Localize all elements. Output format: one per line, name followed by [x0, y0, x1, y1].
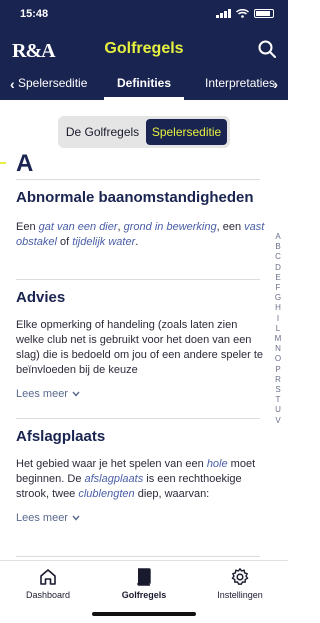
section-letter: A — [16, 150, 34, 177]
nav-label: Dashboard — [25, 590, 71, 600]
gear-icon — [231, 568, 249, 585]
index-letter[interactable]: T — [273, 395, 283, 405]
status-icons — [216, 9, 274, 18]
divider — [16, 179, 260, 180]
book-icon — [137, 568, 151, 586]
nav-golfregels[interactable]: Golfregels — [96, 567, 192, 600]
divider — [16, 418, 260, 419]
term-title: Abnormale baanomstandigheden — [16, 189, 254, 206]
term-definition: Het gebied waar je het spelen van een ho… — [16, 458, 256, 500]
index-letter[interactable]: F — [273, 283, 283, 293]
chevron-left-icon[interactable]: ‹ — [10, 76, 15, 92]
term-abnormale-baanomstandigheden[interactable]: Abnormale baanomstandigheden Een gat van… — [16, 188, 268, 250]
top-header: 15:48 R&A Golfregels ‹ Spelerseditie Def… — [0, 0, 288, 100]
chevron-right-icon[interactable]: › — [273, 76, 278, 92]
divider — [16, 279, 260, 280]
read-more-link[interactable]: Lees meer — [16, 388, 268, 400]
index-letter[interactable]: C — [273, 252, 283, 262]
battery-icon — [254, 9, 274, 18]
index-letter[interactable]: P — [273, 365, 283, 375]
edition-toggle: De Golfregels Spelerseditie — [58, 116, 230, 148]
index-letter[interactable]: N — [273, 344, 283, 354]
term-title: Advies — [16, 289, 66, 306]
nav-label: Golfregels — [121, 590, 167, 600]
tab-spelerseditie[interactable]: Spelerseditie — [18, 76, 87, 90]
nav-label: Instellingen — [217, 590, 263, 600]
chevron-down-icon — [72, 391, 80, 397]
page-title: Golfregels — [104, 40, 184, 57]
divider — [16, 556, 260, 557]
status-bar: 15:48 — [0, 8, 288, 24]
home-icon — [40, 569, 56, 585]
term-title: Afslagplaats — [16, 428, 106, 445]
chevron-down-icon — [72, 515, 80, 521]
tab-interpretaties[interactable]: Interpretaties — [205, 76, 275, 90]
index-letter[interactable]: L — [273, 324, 283, 334]
index-letter[interactable]: R — [273, 375, 283, 385]
link-tijdelijk-water[interactable]: tijdelijk water — [72, 236, 135, 248]
section-marker — [0, 162, 6, 164]
nav-dashboard[interactable]: Dashboard — [0, 567, 96, 600]
index-letter[interactable]: S — [273, 385, 283, 395]
link-afslagplaats[interactable]: afslagplaats — [85, 473, 144, 485]
term-definition: Elke opmerking of handeling (zoals laten… — [16, 319, 264, 376]
term-advies[interactable]: Advies Elke opmerking of handeling (zoal… — [16, 288, 268, 400]
status-time: 15:48 — [20, 8, 49, 20]
segment-spelerseditie[interactable]: Spelerseditie — [146, 119, 227, 145]
index-letter[interactable]: B — [273, 242, 283, 252]
read-more-link[interactable]: Lees meer — [16, 512, 268, 524]
index-letter[interactable]: O — [273, 354, 283, 364]
link-clublengten[interactable]: clublengten — [78, 488, 134, 500]
link-grond-in-bewerking[interactable]: grond in bewerking — [124, 221, 217, 233]
index-letter[interactable]: V — [273, 416, 283, 426]
index-letter[interactable]: D — [273, 263, 283, 273]
home-indicator — [92, 612, 196, 616]
term-definition: Een gat van een dier, grond in bewerking… — [16, 221, 265, 248]
active-tab-indicator — [104, 97, 184, 100]
signal-icon — [216, 9, 231, 18]
index-letter[interactable]: I — [273, 314, 283, 324]
link-gat-van-een-dier[interactable]: gat van een dier — [39, 221, 118, 233]
tab-bar: ‹ Spelerseditie Definities Interpretatie… — [0, 70, 288, 100]
tab-definities[interactable]: Definities — [104, 76, 184, 90]
index-letter[interactable]: A — [273, 232, 283, 242]
index-letter[interactable]: E — [273, 273, 283, 283]
index-letter[interactable]: G — [273, 293, 283, 303]
nav-instellingen[interactable]: Instellingen — [192, 567, 288, 600]
search-icon[interactable] — [258, 40, 276, 58]
segment-de-golfregels[interactable]: De Golfregels — [61, 119, 144, 145]
link-hole[interactable]: hole — [207, 458, 228, 470]
index-letter[interactable]: H — [273, 303, 283, 313]
wifi-icon — [236, 9, 249, 18]
term-afslagplaats[interactable]: Afslagplaats Het gebied waar je het spel… — [16, 427, 268, 524]
index-letter[interactable]: U — [273, 405, 283, 415]
index-letter[interactable]: M — [273, 334, 283, 344]
alphabet-index: A B C D E F G H I L M N O P R S T U V — [273, 232, 283, 426]
